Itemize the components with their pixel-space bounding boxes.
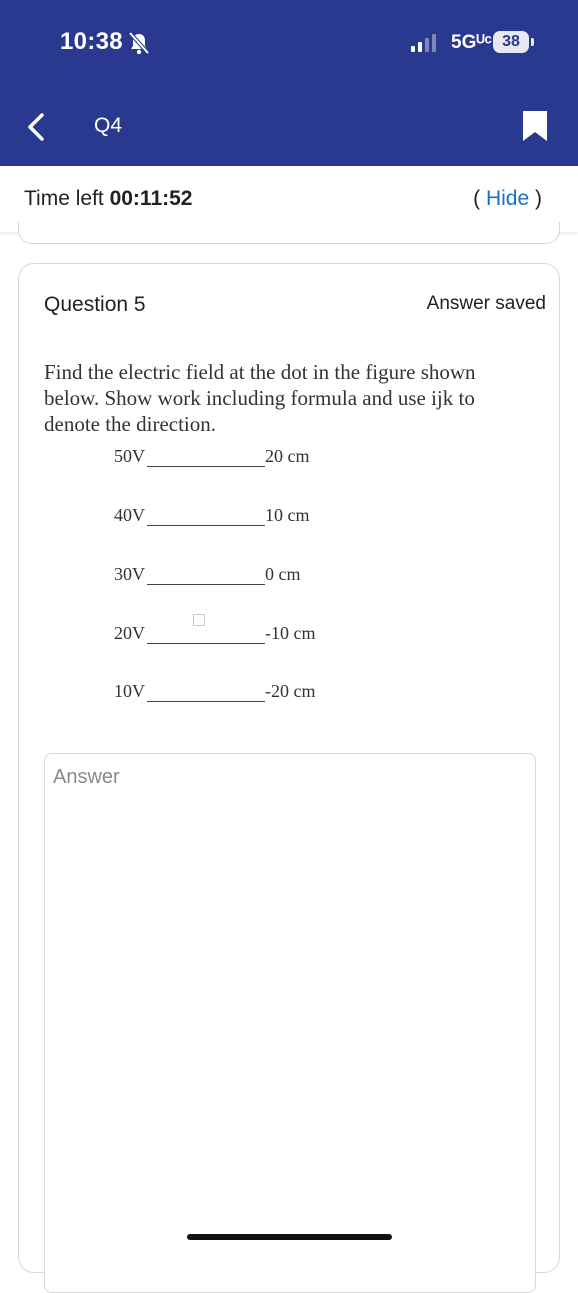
- voltage-label: 30V: [114, 564, 145, 584]
- position-label: 10 cm: [265, 505, 310, 525]
- battery-indicator: 38: [493, 31, 529, 53]
- equipotential-row: 30V 0 cm: [19, 564, 559, 594]
- equipotential-line: [147, 701, 265, 702]
- hide-timer-toggle: ( Hide ): [473, 187, 542, 211]
- equipotential-row: 40V 10 cm: [19, 505, 559, 535]
- position-label: -10 cm: [265, 623, 316, 643]
- position-label: 0 cm: [265, 564, 301, 584]
- bookmark-icon[interactable]: [521, 109, 549, 143]
- position-label: -20 cm: [265, 681, 316, 701]
- voltage-label: 40V: [114, 505, 145, 525]
- previous-card-edge: [18, 222, 560, 244]
- network-indicator: 5Gᵁᶜ: [451, 32, 492, 53]
- equipotential-row: 50V 20 cm: [19, 446, 559, 476]
- equipotential-row: 20V -10 cm: [19, 623, 559, 653]
- voltage-label: 20V: [114, 623, 145, 643]
- equipotential-row: 10V -20 cm: [19, 681, 559, 711]
- position-label: 20 cm: [265, 446, 310, 466]
- time-left: Time left 00:11:52: [24, 187, 192, 211]
- nav-title: Q4: [94, 114, 123, 137]
- hide-timer-link[interactable]: Hide: [486, 187, 529, 210]
- equipotential-line: [147, 466, 265, 467]
- hide-open-paren: (: [473, 187, 486, 210]
- battery-cap: [531, 38, 534, 46]
- signal-icon: [411, 34, 436, 52]
- time-left-label: Time left: [24, 187, 104, 210]
- question-prompt: Find the electric field at the dot in th…: [44, 360, 476, 436]
- equipotential-line: [147, 643, 265, 644]
- equipotential-line: [147, 525, 265, 526]
- answer-status: Answer saved: [426, 293, 546, 314]
- bell-muted-icon: [128, 31, 150, 55]
- time-left-value: 00:11:52: [109, 187, 193, 210]
- status-time: 10:38: [60, 28, 123, 55]
- question-title: Question 5: [44, 293, 146, 316]
- voltage-label: 10V: [114, 681, 145, 701]
- answer-placeholder: Answer: [53, 766, 120, 788]
- voltage-label: 50V: [114, 446, 145, 466]
- app-header: 10:38 5Gᵁᶜ 38 Q4: [0, 0, 578, 166]
- question-card: Question 5 Answer saved Find the electri…: [18, 263, 560, 1293]
- home-indicator[interactable]: [187, 1234, 392, 1240]
- equipotential-line: [147, 584, 265, 585]
- answer-textarea[interactable]: Answer: [44, 753, 536, 1293]
- back-chevron-icon[interactable]: [24, 111, 48, 143]
- hide-close-paren: ): [529, 187, 542, 210]
